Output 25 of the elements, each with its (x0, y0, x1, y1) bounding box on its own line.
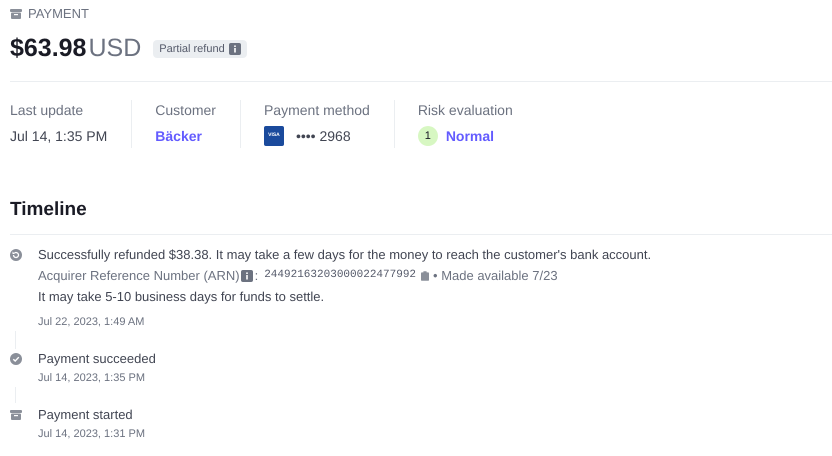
event-time: Jul 14, 2023, 1:31 PM (38, 427, 146, 442)
detail-label: Payment method (264, 101, 370, 120)
customer-link[interactable]: Bäcker (155, 126, 202, 146)
available-date: • Made available 7/23 (433, 266, 558, 285)
event-text: Payment started (38, 406, 134, 424)
arn-label: Acquirer Reference Number (ARN) (38, 266, 240, 285)
detail-value: Jul 14, 1:35 PM (10, 126, 108, 146)
detail-label: Customer (155, 101, 216, 120)
separator: : (254, 266, 258, 285)
detail-label: Risk evaluation (418, 101, 513, 120)
status-badge: Partial refund (153, 40, 247, 58)
detail-label: Last update (10, 101, 84, 120)
arn-number: 24492163203000022477992 (264, 268, 416, 284)
section-title: Timeline (10, 198, 88, 222)
risk-score: 1 (418, 126, 438, 146)
section-label: PAYMENT (28, 5, 89, 24)
event-text: Successfully refunded $38.38. It may take a few days for the money to reach the customer's bank account. (38, 246, 652, 264)
event-text: Payment succeeded (38, 350, 156, 368)
event-time: Jul 22, 2023, 1:49 AM (38, 315, 146, 330)
event-time: Jul 14, 2023, 1:35 PM (38, 371, 146, 386)
currency: USD (88, 33, 142, 64)
event-note: It may take 5-10 business days for funds to settle. (38, 288, 326, 306)
amount: $63.98 (10, 33, 86, 64)
risk-link[interactable]: Normal (446, 126, 494, 146)
card-number: •••• 2968 (296, 126, 351, 146)
